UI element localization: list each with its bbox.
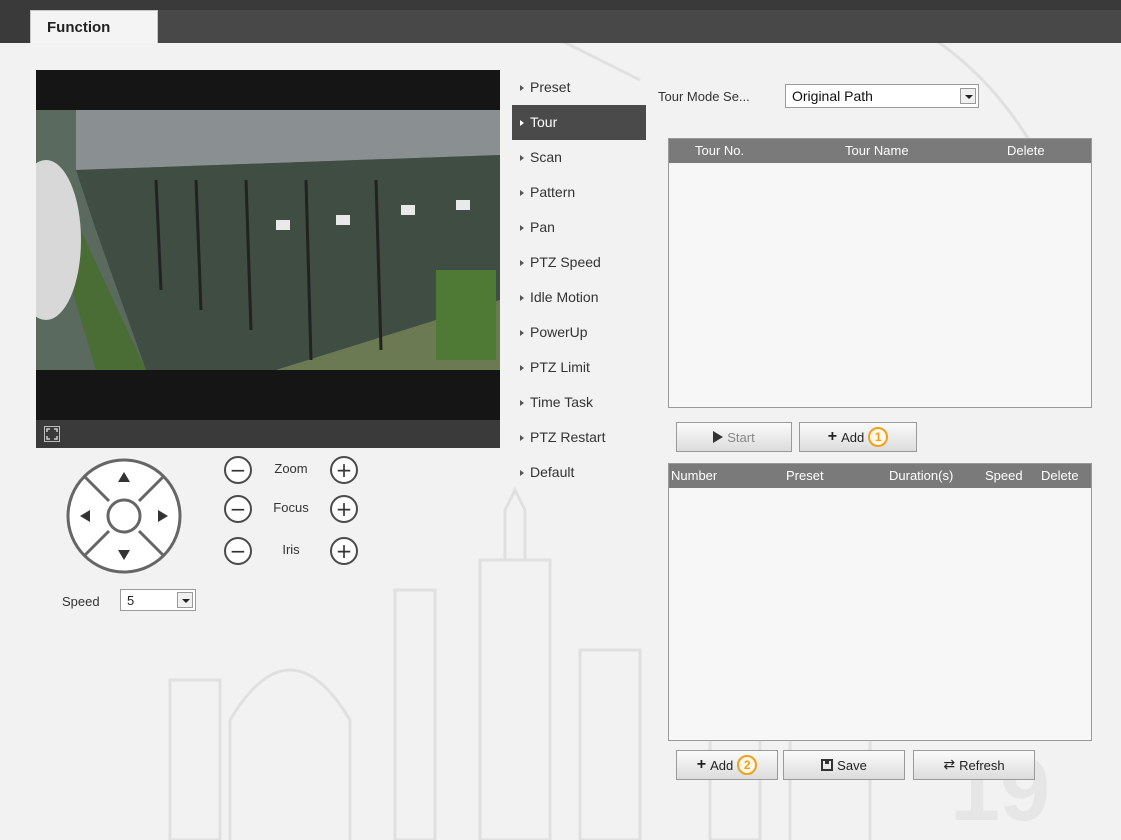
start-button[interactable]: Start <box>676 422 792 452</box>
menu-item-ptz-speed[interactable]: PTZ Speed <box>512 245 646 280</box>
tour-mode-value: Original Path <box>792 88 873 104</box>
column-tour-no: Tour No. <box>695 143 745 158</box>
video-toolbar <box>36 420 500 448</box>
menu-item-label: Pan <box>530 219 555 235</box>
ptz-down-button[interactable] <box>112 542 136 566</box>
column-delete: Delete <box>1007 143 1045 158</box>
ptz-direction-pad <box>64 456 184 576</box>
save-button[interactable]: Save <box>783 750 905 780</box>
menu-item-label: Pattern <box>530 184 576 200</box>
top-bar-right <box>158 10 1121 43</box>
speed-label: Speed <box>62 594 100 609</box>
speed-select[interactable]: 5 <box>120 589 196 611</box>
caret-right-icon <box>520 330 524 337</box>
tab-function[interactable]: Function <box>30 10 158 43</box>
menu-item-time-task[interactable]: Time Task <box>512 385 646 420</box>
play-icon <box>713 431 724 443</box>
iris-close-button[interactable]: − <box>224 537 252 565</box>
ptz-right-button[interactable] <box>150 504 174 528</box>
column-tour-name: Tour Name <box>845 143 909 158</box>
column-delete: Delete <box>1041 468 1079 483</box>
camera-feed-image <box>36 70 500 420</box>
chevron-down-icon <box>177 592 193 608</box>
menu-item-scan[interactable]: Scan <box>512 140 646 175</box>
ptz-center-button[interactable] <box>109 501 139 531</box>
add-preset-button[interactable]: + Add 2 <box>676 750 778 780</box>
add-tour-button[interactable]: + Add 1 <box>799 422 917 452</box>
zoom-in-button[interactable]: + <box>330 456 358 484</box>
chevron-down-icon <box>960 88 976 104</box>
caret-right-icon <box>520 295 524 302</box>
caret-right-icon <box>520 120 524 127</box>
fullscreen-icon[interactable] <box>44 426 60 442</box>
step-badge: 1 <box>868 427 889 447</box>
refresh-icon: ⇄ <box>943 757 956 773</box>
column-number: Number <box>671 468 718 483</box>
iris-control: − Iris + <box>224 537 364 567</box>
ptz-left-button[interactable] <box>76 504 100 528</box>
caret-right-icon <box>520 435 524 442</box>
menu-item-label: PTZ Limit <box>530 359 590 375</box>
menu-item-label: PTZ Restart <box>530 429 606 445</box>
iris-open-button[interactable]: + <box>330 537 358 565</box>
menu-item-powerup[interactable]: PowerUp <box>512 315 646 350</box>
plus-icon: + <box>696 756 707 773</box>
menu-item-pattern[interactable]: Pattern <box>512 175 646 210</box>
caret-right-icon <box>520 260 524 267</box>
preset-table-header: Number Preset Duration(s) Speed Delete <box>669 464 1091 488</box>
menu-item-label: PTZ Speed <box>530 254 601 270</box>
caret-right-icon <box>520 400 524 407</box>
caret-right-icon <box>520 155 524 162</box>
menu-item-label: Time Task <box>530 394 594 410</box>
refresh-label: Refresh <box>959 757 1005 773</box>
caret-right-icon <box>520 85 524 92</box>
add-preset-label: Add <box>710 757 734 773</box>
tour-table: Tour No. Tour Name Delete <box>668 138 1092 408</box>
step-badge: 2 <box>737 755 758 775</box>
menu-item-label: Idle Motion <box>530 289 599 305</box>
zoom-label: Zoom <box>274 461 308 476</box>
menu-item-default[interactable]: Default <box>512 455 646 490</box>
tour-mode-select[interactable]: Original Path <box>785 84 979 108</box>
menu-item-label: PowerUp <box>530 324 588 340</box>
menu-item-preset[interactable]: Preset <box>512 70 646 105</box>
tour-table-header: Tour No. Tour Name Delete <box>669 139 1091 163</box>
save-icon <box>821 759 834 771</box>
menu-item-label: Tour <box>530 114 558 130</box>
menu-item-idle-motion[interactable]: Idle Motion <box>512 280 646 315</box>
column-speed: Speed <box>985 468 1023 483</box>
caret-right-icon <box>520 470 524 477</box>
zoom-out-button[interactable]: − <box>224 456 252 484</box>
menu-item-label: Default <box>530 464 575 480</box>
menu-item-pan[interactable]: Pan <box>512 210 646 245</box>
function-menu: Preset Tour Scan Pattern Pan PTZ Speed I… <box>512 70 646 490</box>
iris-label: Iris <box>282 542 300 557</box>
menu-item-tour[interactable]: Tour <box>512 105 646 140</box>
column-preset: Preset <box>786 468 824 483</box>
preset-table: Number Preset Duration(s) Speed Delete <box>668 463 1092 741</box>
focus-far-button[interactable]: + <box>330 495 358 523</box>
save-label: Save <box>837 757 867 773</box>
caret-right-icon <box>520 225 524 232</box>
refresh-button[interactable]: ⇄ Refresh <box>913 750 1035 780</box>
focus-label: Focus <box>273 500 309 515</box>
caret-right-icon <box>520 190 524 197</box>
menu-item-label: Scan <box>530 149 562 165</box>
speed-value: 5 <box>127 593 135 608</box>
zoom-control: − Zoom + <box>224 456 364 486</box>
caret-right-icon <box>520 365 524 372</box>
column-duration: Duration(s) <box>889 468 954 483</box>
focus-control: − Focus + <box>224 495 364 525</box>
focus-near-button[interactable]: − <box>224 495 252 523</box>
video-preview[interactable] <box>36 70 500 420</box>
tour-mode-label: Tour Mode Se... <box>658 89 750 104</box>
add-tour-label: Add <box>841 429 865 445</box>
menu-item-ptz-limit[interactable]: PTZ Limit <box>512 350 646 385</box>
plus-icon: + <box>827 428 838 445</box>
ptz-up-button[interactable] <box>112 468 136 492</box>
menu-item-label: Preset <box>530 79 571 95</box>
menu-item-ptz-restart[interactable]: PTZ Restart <box>512 420 646 455</box>
start-button-label: Start <box>727 429 755 445</box>
